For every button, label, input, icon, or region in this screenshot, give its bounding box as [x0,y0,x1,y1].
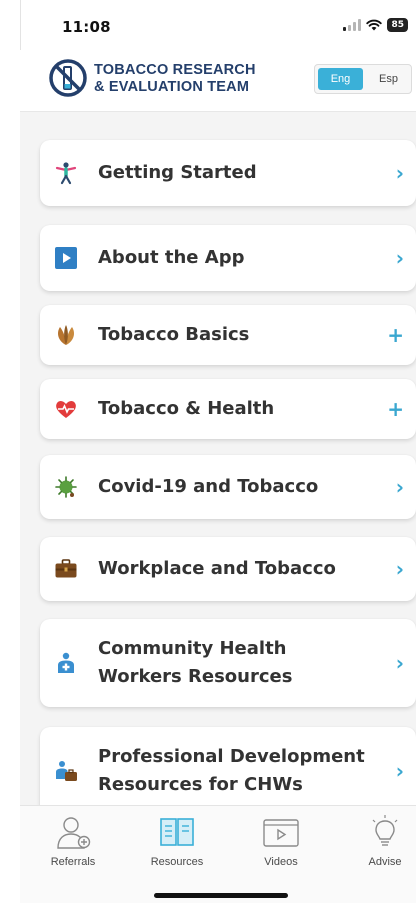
tab-label: Videos [264,856,298,868]
resources-list[interactable]: Getting Started › About the App › Tobacc… [20,112,416,805]
wifi-icon [366,19,383,31]
menu-item-tobacco-basics[interactable]: Tobacco Basics + [40,305,416,365]
chevron-right-icon: › [395,246,404,270]
menu-item-label: Community Health Workers Resources [98,638,293,687]
chw-briefcase-icon [54,759,78,783]
menu-item-workplace-and-tobacco[interactable]: Workplace and Tobacco › [40,537,416,601]
tab-label: Resources [150,856,204,868]
menu-item-community-health-workers-resources[interactable]: Community Health Workers Resources › [40,619,416,707]
status-icons: 85 [343,18,408,32]
menu-item-label: Getting Started [98,162,257,183]
tobacco-leaf-icon [54,323,78,347]
brand-name: TOBACCO RESEARCH & EVALUATION TEAM [94,62,256,96]
status-time: 11:08 [62,18,111,36]
menu-item-label: Workplace and Tobacco [98,558,336,579]
lang-eng-button[interactable]: Eng [318,68,363,90]
lang-esp-button[interactable]: Esp [366,65,411,93]
menu-item-getting-started[interactable]: Getting Started › [40,140,416,206]
tab-label: Advise [368,856,402,868]
plus-icon: + [387,397,404,421]
chevron-right-icon: › [395,557,404,581]
status-bar: 11:08 85 [20,0,416,50]
chevron-right-icon: › [395,759,404,783]
lightbulb-icon [365,814,405,852]
menu-item-label: Tobacco Basics [98,324,250,345]
home-indicator[interactable] [154,893,288,898]
health-worker-icon [54,651,78,675]
menu-item-tobacco-and-health[interactable]: Tobacco & Health + [40,379,416,439]
referral-person-icon [53,814,93,852]
menu-item-label: Tobacco & Health [98,398,275,419]
play-icon [54,246,78,270]
briefcase-icon [54,557,78,581]
person-stretching-icon [54,161,78,185]
plus-icon: + [387,323,404,347]
menu-item-label: About the App [98,247,245,268]
menu-item-professional-development-resources[interactable]: Professional Development Resources for C… [40,727,416,805]
menu-item-covid-19-and-tobacco[interactable]: Covid-19 and Tobacco › [40,455,416,519]
video-play-icon [261,814,301,852]
battery-icon: 85 [387,18,408,32]
menu-item-label: Professional Development Resources for C… [98,746,365,795]
menu-item-label: Covid-19 and Tobacco [98,476,319,497]
virus-icon [54,475,78,499]
tab-advise[interactable]: Advise [345,814,416,868]
chevron-right-icon: › [395,651,404,675]
language-toggle[interactable]: Eng Esp [314,64,412,94]
tab-label: Referrals [50,856,96,868]
brand-line-2: & EVALUATION TEAM [94,79,250,95]
heart-pulse-icon [54,397,78,421]
tab-videos[interactable]: Videos [241,814,321,868]
no-smoking-logo-icon [49,59,87,97]
app-header: TOBACCO RESEARCH & EVALUATION TEAM Eng E… [20,50,416,112]
open-book-icon [157,814,197,852]
signal-icon [343,19,362,31]
bottom-tab-bar: Referrals Resources Videos Advise [20,805,416,903]
brand-line-1: TOBACCO RESEARCH [94,62,256,78]
tab-resources[interactable]: Resources [137,814,217,868]
chevron-right-icon: › [395,475,404,499]
chevron-right-icon: › [395,161,404,185]
menu-item-about-the-app[interactable]: About the App › [40,225,416,291]
tab-referrals[interactable]: Referrals [33,814,113,868]
